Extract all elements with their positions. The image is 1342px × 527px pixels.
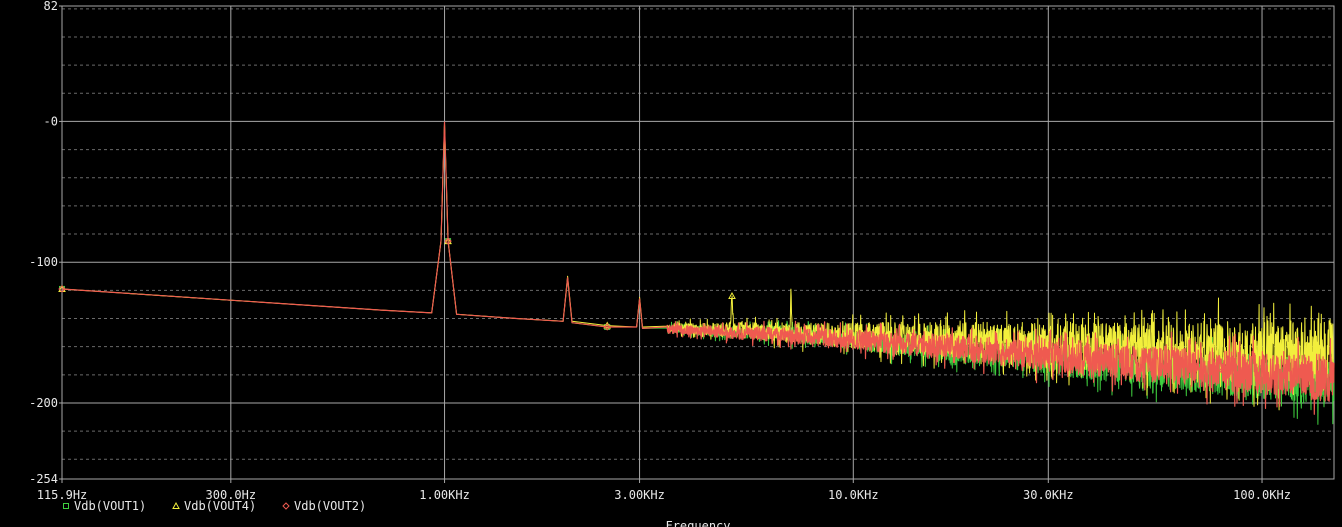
legend-label: Vdb(VOUT4): [184, 499, 256, 513]
legend-label: Vdb(VOUT1): [74, 499, 146, 513]
legend-marker: [63, 503, 69, 509]
plot-border: [61, 5, 1335, 480]
tick-labels: 82-0-100-200-254115.9Hz 300.0Hz 1.00KHz 3.0…: [29, 0, 1291, 502]
y-tick-label: -254: [29, 472, 58, 486]
legend-label: Vdb(VOUT2): [294, 499, 366, 513]
x-axis-title: Frequency: [665, 519, 730, 527]
grid: [62, 6, 1334, 479]
x-tick-label: 1.00KHz: [419, 488, 470, 502]
legend-marker: [282, 502, 290, 510]
x-tick-label: 10.0KHz: [828, 488, 879, 502]
x-tick-label: 3.00KHz: [614, 488, 665, 502]
legend-marker: [172, 501, 180, 509]
x-tick-label: 100.0KHz: [1233, 488, 1291, 502]
frequency-plot: 82-0-100-200-254115.9Hz 300.0Hz 1.00KHz 3.0…: [29, 0, 1335, 527]
y-tick-label: -100: [29, 255, 58, 269]
series-line: [61, 121, 1335, 415]
plot-frame: [61, 5, 1335, 480]
legend: Vdb(VOUT1) Vdb(VOUT4) Vdb(VOUT2): [63, 499, 366, 513]
y-tick-label: -0: [44, 114, 58, 128]
series-traces: [58, 121, 1335, 425]
legend-entry: Vdb(VOUT4): [172, 499, 256, 513]
y-tick-label: 82: [44, 0, 58, 13]
x-tick-label: 30.0KHz: [1023, 488, 1074, 502]
series-Vdb(VOUT2): [58, 121, 1335, 415]
y-tick-label: -200: [29, 396, 58, 410]
legend-entry: Vdb(VOUT1): [63, 499, 146, 513]
legend-entry: Vdb(VOUT2): [282, 499, 366, 513]
